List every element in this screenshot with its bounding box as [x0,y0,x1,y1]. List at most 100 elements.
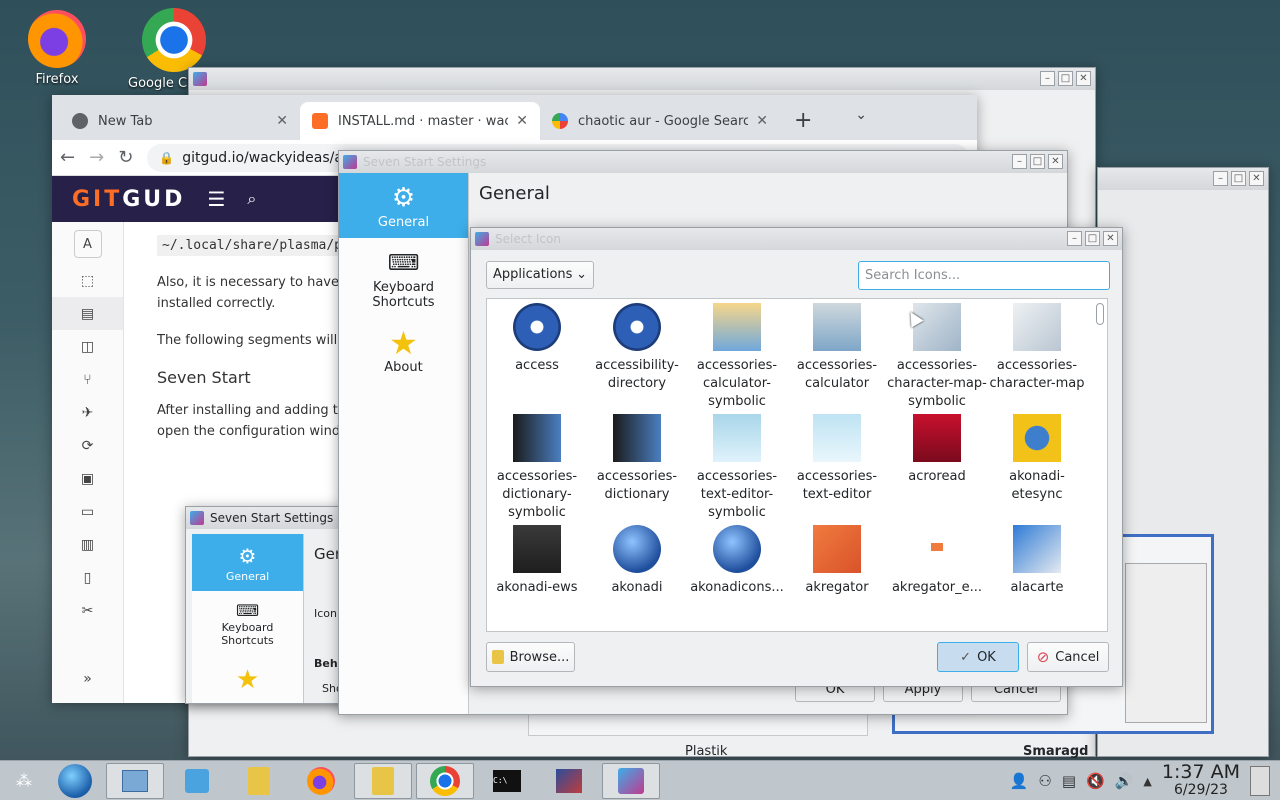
icon-cell[interactable]: akonadi-etesync [987,414,1087,504]
clock[interactable]: 1:37 AM 6/29/23 [1162,763,1240,799]
forward-icon[interactable]: → [89,147,104,168]
close-button[interactable]: ✕ [1076,71,1091,86]
gitgud-logo[interactable]: GITGUD [72,187,185,212]
icon-grid[interactable]: access accessibility-directory accessories… [486,298,1108,632]
taskbar-chrome[interactable] [416,762,474,799]
icon-cell[interactable]: akonadi-ews [487,525,587,597]
minimize-button[interactable]: – [1040,71,1055,86]
taskbar-settings[interactable] [106,762,164,799]
window-titlebar[interactable]: Seven Start Settings [186,507,344,529]
tab-install-md[interactable]: INSTALL.md · master · wackyideas / Seven… [300,102,540,140]
user-icon[interactable]: 👤 [1010,772,1029,790]
close-tab-icon[interactable]: ✕ [756,113,768,129]
back-icon[interactable]: ← [60,147,75,168]
icon-cell[interactable]: acroread [887,414,987,486]
icon-cell[interactable]: accessibility-directory [587,303,687,393]
start-button[interactable] [48,763,102,799]
icon-cell[interactable]: akonadicons... [687,525,787,597]
minimize-button[interactable]: – [1067,231,1082,246]
wiki-icon[interactable]: ▯ [52,561,123,594]
taskbar-system-settings[interactable] [602,762,660,799]
reload-icon[interactable]: ↻ [118,147,133,168]
mute-icon[interactable]: 🔇 [1086,772,1105,790]
taskbar-files[interactable] [230,763,288,799]
window-titlebar[interactable]: – □ ✕ [189,68,1095,90]
merge-requests-icon[interactable]: ⑂ [52,363,123,396]
minimize-button[interactable]: – [1012,154,1027,169]
close-tab-icon[interactable]: ✕ [276,113,288,129]
maximize-button[interactable]: □ [1085,231,1100,246]
icon-cell[interactable]: akregator_e... [887,525,987,597]
window-titlebar[interactable]: – □ ✕ [1098,168,1268,190]
category-about[interactable]: ★ About [339,318,468,383]
issues-icon[interactable]: ◫ [52,330,123,363]
ok-button[interactable]: ✓ OK [937,642,1019,672]
avatar[interactable]: A [73,230,102,258]
icon-cell[interactable]: akonadi [587,525,687,597]
taskbar-file-manager[interactable] [354,762,412,799]
seven-start-settings-small[interactable]: Seven Start Settings ⚙ General ⌨ Keyboar… [185,506,345,704]
clipboard-icon[interactable]: ▤ [1062,772,1076,790]
tab-new-tab[interactable]: New Tab ✕ [60,102,300,140]
show-desktop-button[interactable] [1250,766,1270,796]
keyboard-icon: ⌨ [235,600,260,620]
kde-icon: ⚙ [238,544,257,568]
select-icon-dialog[interactable]: Select Icon – □ ✕ Applications ⌄ Search Ic… [470,227,1123,687]
monitor-icon[interactable]: ▭ [52,495,123,528]
taskbar-store[interactable] [168,763,226,799]
close-button[interactable]: ✕ [1103,231,1118,246]
tray-expand-icon[interactable]: ▲ [1143,775,1151,788]
hamburger-icon[interactable]: ☰ [207,187,225,211]
snippets-icon[interactable]: ✂ [52,594,123,627]
window-titlebar[interactable]: Select Icon – □ ✕ [471,228,1122,250]
icon-cell[interactable]: accessories-text-editor [787,414,887,504]
category-keyboard-shortcuts[interactable]: ⌨ Keyboard Shortcuts [339,238,468,318]
close-button[interactable]: ✕ [1249,171,1264,186]
network-icon[interactable]: ⚇ [1038,772,1051,790]
window-titlebar[interactable]: Seven Start Settings – □ ✕ [339,151,1067,173]
icon-cell[interactable]: accessories-calculator [787,303,887,393]
taskbar-network-app[interactable] [540,763,598,799]
category-general[interactable]: ⚙ General [339,173,468,238]
project-icon[interactable]: ⬚ [52,264,123,297]
category-about[interactable]: ★ [192,655,303,705]
kde-menu-button[interactable]: ⁂ [4,763,44,799]
close-button[interactable]: ✕ [1048,154,1063,169]
maximize-button[interactable]: □ [1058,71,1073,86]
icon-cell[interactable]: accessories-text-editor-symbolic [687,414,787,522]
tab-search-icon[interactable]: ⌄ [855,107,867,123]
icon-cell[interactable]: accessories-dictionary-symbolic [487,414,587,522]
packages-icon[interactable]: ▣ [52,462,123,495]
minimize-button[interactable]: – [1213,171,1228,186]
new-tab-button[interactable]: + [780,102,826,140]
maximize-button[interactable]: □ [1231,171,1246,186]
maximize-button[interactable]: □ [1030,154,1045,169]
icon-cell[interactable]: accessories-dictionary [587,414,687,504]
store-icon [185,768,209,793]
cancel-button[interactable]: ⊘ Cancel [1027,642,1109,672]
search-input[interactable]: Search Icons... [858,261,1110,290]
tab-google-search[interactable]: chaotic aur - Google Search ✕ [540,102,780,140]
taskbar-firefox[interactable] [292,763,350,799]
analytics-icon[interactable]: ▥ [52,528,123,561]
icon-cell[interactable]: accessories-character-map [987,303,1087,393]
icon-cell[interactable]: accessories-character-map-symbolic [887,303,987,411]
browse-button[interactable]: Browse... [486,642,575,672]
repository-icon[interactable]: ▤ [52,297,123,330]
category-general[interactable]: ⚙ General [192,534,303,591]
scrollbar-handle[interactable] [1096,303,1104,325]
cicd-icon[interactable]: ⟳ [52,429,123,462]
icon-cell[interactable]: alacarte [987,525,1087,597]
deployments-icon[interactable]: ✈ [52,396,123,429]
close-tab-icon[interactable]: ✕ [516,113,528,129]
icon-category-select[interactable]: Applications ⌄ [486,261,594,289]
expand-sidebar-icon[interactable]: » [52,662,123,695]
taskbar-terminal[interactable]: C:\ [478,763,536,799]
icon-cell[interactable]: access [487,303,587,375]
volume-icon[interactable]: 🔊 [1115,772,1134,790]
icon-cell[interactable]: akregator [787,525,887,597]
search-icon[interactable]: ⌕ [247,189,256,209]
desktop-icon-firefox[interactable]: Firefox [12,10,102,87]
icon-cell[interactable]: accessories-calculator-symbolic [687,303,787,411]
category-keyboard[interactable]: ⌨ Keyboard Shortcuts [192,591,303,655]
